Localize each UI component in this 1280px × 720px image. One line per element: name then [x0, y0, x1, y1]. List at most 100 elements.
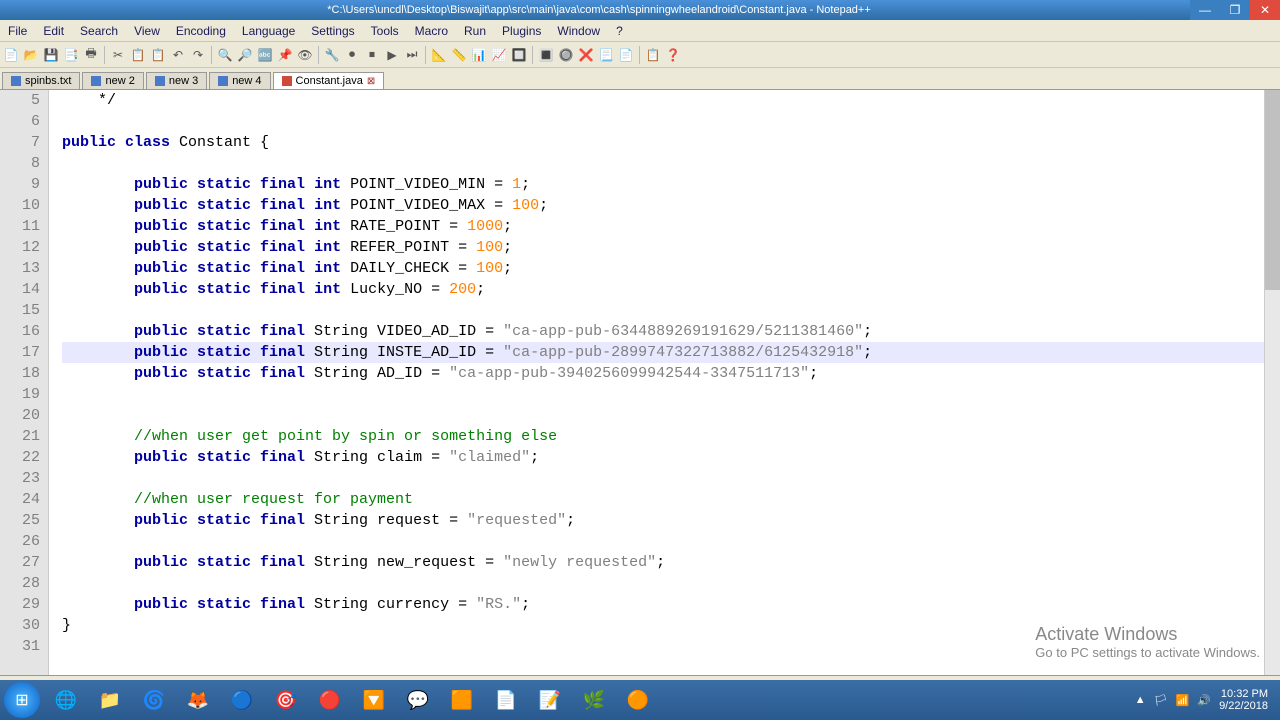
taskbar-app-2[interactable]: 🌀	[134, 684, 174, 716]
code-line[interactable]: public static final String claim = "clai…	[62, 447, 1264, 468]
toolbar-btn-25[interactable]: 🔳	[537, 46, 555, 64]
code-line[interactable]: public static final String new_request =…	[62, 552, 1264, 573]
vertical-scrollbar[interactable]	[1264, 90, 1280, 675]
toolbar-btn-19[interactable]: ⏭	[403, 46, 421, 64]
code-line[interactable]: public static final String request = "re…	[62, 510, 1264, 531]
close-button[interactable]: ✕	[1250, 0, 1280, 20]
toolbar-btn-4[interactable]: 🖶	[82, 46, 100, 64]
menu-edit[interactable]: Edit	[35, 24, 72, 38]
menu-file[interactable]: File	[0, 24, 35, 38]
code-line[interactable]	[62, 384, 1264, 405]
menu-tools[interactable]: Tools	[363, 24, 407, 38]
taskbar-app-4[interactable]: 🔵	[222, 684, 262, 716]
code-content[interactable]: */ public class Constant { public static …	[58, 90, 1264, 675]
taskbar-app-11[interactable]: 📝	[530, 684, 570, 716]
code-line[interactable]: public static final int POINT_VIDEO_MAX …	[62, 195, 1264, 216]
toolbar-btn-8[interactable]: ↶	[169, 46, 187, 64]
tray-up-icon[interactable]: ▲	[1135, 694, 1146, 706]
menu-settings[interactable]: Settings	[303, 24, 362, 38]
toolbar-btn-10[interactable]: 🔍	[216, 46, 234, 64]
toolbar-btn-5[interactable]: ✂	[109, 46, 127, 64]
toolbar-btn-23[interactable]: 📈	[490, 46, 508, 64]
menu-window[interactable]: Window	[549, 24, 608, 38]
code-line[interactable]: public class Constant {	[62, 132, 1264, 153]
toolbar-btn-18[interactable]: ▶	[383, 46, 401, 64]
code-line[interactable]	[62, 531, 1264, 552]
taskbar-app-6[interactable]: 🔴	[310, 684, 350, 716]
tab-constant-java[interactable]: Constant.java⊠	[273, 72, 385, 89]
toolbar-btn-17[interactable]: ⏹	[363, 46, 381, 64]
tray-volume-icon[interactable]: 🔊	[1197, 694, 1211, 707]
code-line[interactable]: public static final int POINT_VIDEO_MIN …	[62, 174, 1264, 195]
taskbar-app-9[interactable]: 🟧	[442, 684, 482, 716]
menu-run[interactable]: Run	[456, 24, 494, 38]
taskbar-app-3[interactable]: 🦊	[178, 684, 218, 716]
taskbar-app-0[interactable]: 🌐	[46, 684, 86, 716]
tab-new-2[interactable]: new 2	[82, 72, 143, 89]
start-button[interactable]: ⊞	[4, 682, 40, 718]
menu-plugins[interactable]: Plugins	[494, 24, 549, 38]
tray-flag-icon[interactable]: 🏳	[1154, 694, 1168, 707]
minimize-button[interactable]: —	[1190, 0, 1220, 20]
menu-view[interactable]: View	[126, 24, 168, 38]
taskbar-app-13[interactable]: 🟠	[618, 684, 658, 716]
code-line[interactable]: public static final int DAILY_CHECK = 10…	[62, 258, 1264, 279]
code-line[interactable]	[62, 111, 1264, 132]
menu-macro[interactable]: Macro	[407, 24, 456, 38]
code-line[interactable]: public static final int RATE_POINT = 100…	[62, 216, 1264, 237]
toolbar-btn-11[interactable]: 🔎	[236, 46, 254, 64]
code-line[interactable]: public static final String AD_ID = "ca-a…	[62, 363, 1264, 384]
code-line[interactable]: //when user get point by spin or somethi…	[62, 426, 1264, 447]
tab-new-4[interactable]: new 4	[209, 72, 270, 89]
toolbar-btn-31[interactable]: ❓	[664, 46, 682, 64]
taskbar-app-10[interactable]: 📄	[486, 684, 526, 716]
tab-close-icon[interactable]: ⊠	[367, 76, 375, 87]
toolbar-btn-26[interactable]: 🔘	[557, 46, 575, 64]
menu-language[interactable]: Language	[234, 24, 303, 38]
code-line[interactable]: public static final String INSTE_AD_ID =…	[62, 342, 1264, 363]
tray-network-icon[interactable]: 📶	[1176, 694, 1190, 707]
toolbar-btn-28[interactable]: 📃	[597, 46, 615, 64]
toolbar-btn-12[interactable]: 🔤	[256, 46, 274, 64]
toolbar-btn-21[interactable]: 📏	[450, 46, 468, 64]
toolbar-btn-29[interactable]: 📄	[617, 46, 635, 64]
tab-new-3[interactable]: new 3	[146, 72, 207, 89]
toolbar-btn-0[interactable]: 📄	[2, 46, 20, 64]
toolbar-btn-15[interactable]: 🔧	[323, 46, 341, 64]
code-line[interactable]	[62, 300, 1264, 321]
fold-margin[interactable]	[48, 90, 58, 675]
maximize-button[interactable]: ❐	[1220, 0, 1250, 20]
toolbar-btn-13[interactable]: 📌	[276, 46, 294, 64]
code-line[interactable]	[62, 573, 1264, 594]
code-line[interactable]: //when user request for payment	[62, 489, 1264, 510]
toolbar-btn-1[interactable]: 📂	[22, 46, 40, 64]
toolbar-btn-2[interactable]: 💾	[42, 46, 60, 64]
toolbar-btn-9[interactable]: ↷	[189, 46, 207, 64]
taskbar-app-7[interactable]: 🔽	[354, 684, 394, 716]
toolbar-btn-24[interactable]: 🔲	[510, 46, 528, 64]
code-line[interactable]: public static final String VIDEO_AD_ID =…	[62, 321, 1264, 342]
taskbar-app-12[interactable]: 🌿	[574, 684, 614, 716]
toolbar-btn-6[interactable]: 📋	[129, 46, 147, 64]
toolbar-btn-14[interactable]: 👁	[296, 46, 314, 64]
toolbar-btn-30[interactable]: 📋	[644, 46, 662, 64]
toolbar-btn-16[interactable]: ⏺	[343, 46, 361, 64]
toolbar-btn-20[interactable]: 📐	[430, 46, 448, 64]
scrollbar-thumb[interactable]	[1265, 90, 1280, 290]
menu-search[interactable]: Search	[72, 24, 126, 38]
tab-spinbs-txt[interactable]: spinbs.txt	[2, 72, 80, 89]
taskbar-app-8[interactable]: 💬	[398, 684, 438, 716]
code-line[interactable]: public static final int Lucky_NO = 200;	[62, 279, 1264, 300]
code-line[interactable]: */	[62, 90, 1264, 111]
code-line[interactable]	[62, 405, 1264, 426]
toolbar-btn-3[interactable]: 📑	[62, 46, 80, 64]
menu-encoding[interactable]: Encoding	[168, 24, 234, 38]
system-tray[interactable]: ▲ 🏳 📶 🔊 10:32 PM 9/22/2018	[1135, 688, 1276, 712]
code-line[interactable]	[62, 468, 1264, 489]
toolbar-btn-22[interactable]: 📊	[470, 46, 488, 64]
code-line[interactable]: public static final String currency = "R…	[62, 594, 1264, 615]
taskbar-app-1[interactable]: 📁	[90, 684, 130, 716]
menu-help[interactable]: ?	[608, 24, 631, 38]
toolbar-btn-7[interactable]: 📋	[149, 46, 167, 64]
code-line[interactable]	[62, 153, 1264, 174]
